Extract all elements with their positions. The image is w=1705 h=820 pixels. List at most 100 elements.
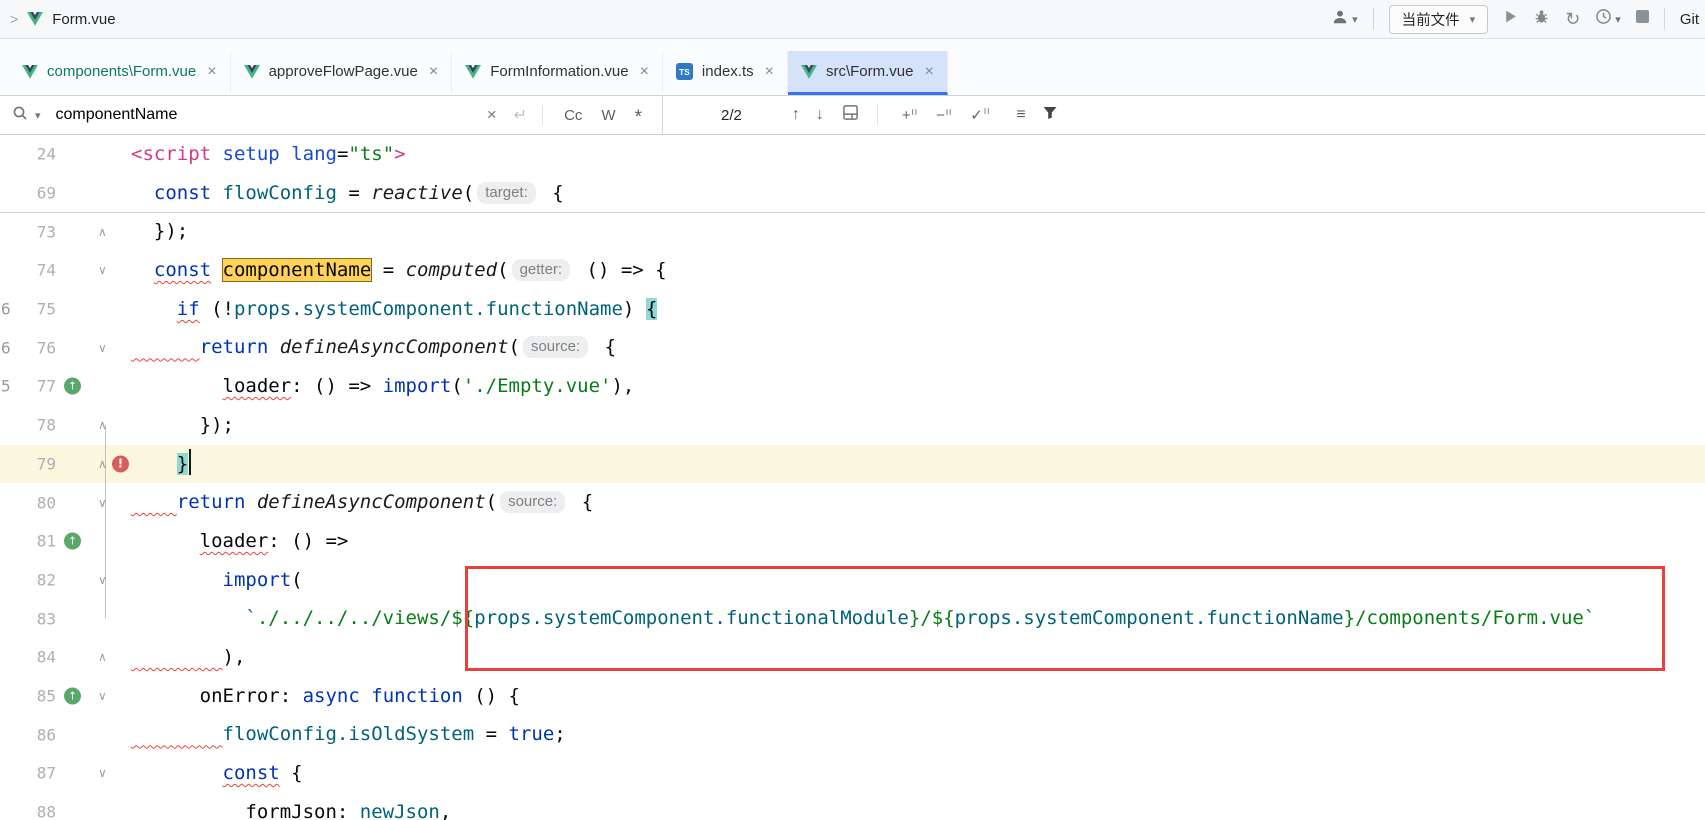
code-line-80[interactable]: 80∨ return defineAsyncComponent(source: …: [0, 483, 1705, 522]
fold-close-icon[interactable]: ∧: [98, 650, 107, 664]
line-number[interactable]: 84: [37, 648, 56, 667]
remove-selection-button[interactable]: −II: [936, 107, 952, 124]
close-icon[interactable]: ×: [207, 63, 216, 81]
clear-search-icon[interactable]: ×: [487, 105, 497, 125]
newline-icon[interactable]: ↵: [514, 105, 527, 125]
close-icon[interactable]: ×: [429, 63, 438, 81]
tab-approveflowpage-vue[interactable]: approveFlowPage.vue×: [231, 51, 453, 95]
filter-icon[interactable]: [1042, 105, 1058, 126]
code-line-75[interactable]: 675 if (!props.systemComponent.functionN…: [0, 290, 1705, 329]
code-editor[interactable]: 24<script setup lang="ts">69 const flowC…: [0, 135, 1705, 820]
stop-icon: [1636, 10, 1649, 23]
line-number[interactable]: 76: [37, 338, 56, 357]
error-icon[interactable]: !: [112, 455, 129, 472]
line-number[interactable]: 88: [37, 803, 56, 820]
line-number[interactable]: 86: [37, 725, 56, 744]
fold-open-icon[interactable]: ∨: [98, 263, 107, 277]
line-number[interactable]: 81: [37, 532, 56, 551]
gutter: 79! ∧: [0, 445, 131, 484]
line-number[interactable]: 79: [37, 454, 56, 473]
regex-toggle[interactable]: *: [629, 107, 648, 123]
tab-label: src\Form.vue: [826, 63, 914, 80]
fold-open-icon[interactable]: ∨: [98, 496, 107, 510]
add-selection-button[interactable]: +II: [902, 107, 918, 124]
vue-icon: [22, 65, 38, 79]
vue-icon: [27, 12, 43, 26]
match-case-toggle[interactable]: Cc: [558, 107, 588, 124]
code-line-69[interactable]: 69 const flowConfig = reactive(target: {: [0, 174, 1705, 213]
code-line-77[interactable]: 577↑ loader: () => import('./Empty.vue')…: [0, 367, 1705, 406]
run-history-button[interactable]: ▾: [1595, 8, 1621, 30]
git-menu[interactable]: Git: [1680, 11, 1699, 28]
navigate-up-icon[interactable]: ↑: [64, 687, 81, 704]
fold-open-icon[interactable]: ∨: [98, 689, 107, 703]
close-icon[interactable]: ×: [924, 63, 933, 81]
occurrences-list-icon[interactable]: ≡: [1016, 106, 1025, 124]
search-input[interactable]: componentName: [56, 106, 178, 124]
line-number[interactable]: 82: [37, 570, 56, 589]
profile-button[interactable]: ↻: [1565, 10, 1580, 28]
stop-button[interactable]: [1636, 10, 1649, 28]
line-number[interactable]: 75: [37, 300, 56, 319]
code-line-83[interactable]: 83 `./../../../views/${props.systemCompo…: [0, 599, 1705, 638]
code-line-86[interactable]: 86 flowConfig.isOldSystem = true;: [0, 715, 1705, 754]
user-icon: [1331, 8, 1349, 31]
gutter: 74 ∨: [0, 251, 131, 290]
tab-index-ts[interactable]: TSindex.ts×: [663, 51, 788, 95]
find-bar: ▾ componentName × ↵ Cc W * 2/2 ↑ ↓ +II −…: [0, 96, 1705, 135]
next-occurrence-button[interactable]: ↓: [816, 106, 824, 124]
code-text: `./../../../views/${props.systemComponen…: [131, 599, 1595, 638]
nav-chevron-icon[interactable]: >: [10, 11, 18, 27]
line-number[interactable]: 80: [37, 493, 56, 512]
chevron-down-icon[interactable]: ▾: [35, 109, 41, 122]
tab-forminformation-vue[interactable]: FormInformation.vue×: [452, 51, 663, 95]
line-number[interactable]: 73: [37, 222, 56, 241]
previous-occurrence-button[interactable]: ↑: [792, 106, 800, 124]
fold-open-icon[interactable]: ∨: [98, 766, 107, 780]
code-line-73[interactable]: 73∧ });: [0, 212, 1705, 251]
line-number[interactable]: 85: [37, 686, 56, 705]
fold-close-icon[interactable]: ∧: [98, 457, 107, 471]
select-all-occurrences-button[interactable]: ✓II: [970, 106, 990, 124]
debug-button[interactable]: [1533, 8, 1550, 30]
open-in-tool-window-button[interactable]: [842, 104, 859, 126]
run-button[interactable]: [1503, 9, 1518, 29]
line-number[interactable]: 74: [37, 261, 56, 280]
search-field[interactable]: ▾ componentName × ↵ Cc W *: [0, 96, 663, 134]
line-number[interactable]: 24: [37, 145, 56, 164]
fold-close-icon[interactable]: ∧: [98, 418, 107, 432]
navigate-up-icon[interactable]: ↑: [64, 533, 81, 550]
fold-open-icon[interactable]: ∨: [98, 573, 107, 587]
user-menu-button[interactable]: ▾: [1331, 8, 1358, 31]
code-line-24[interactable]: 24<script setup lang="ts">: [0, 135, 1705, 174]
tab-src-form-vue[interactable]: src\Form.vue ×: [788, 51, 948, 95]
code-line-85[interactable]: 85↑∨ onError: async function () {: [0, 677, 1705, 716]
code-line-82[interactable]: 82∨ import(: [0, 561, 1705, 600]
code-line-76[interactable]: 676∨ return defineAsyncComponent(source:…: [0, 328, 1705, 367]
run-configuration-selector[interactable]: 当前文件 ▾: [1389, 5, 1489, 34]
fold-close-icon[interactable]: ∧: [98, 225, 107, 239]
window-title: Form.vue: [52, 11, 115, 28]
line-number[interactable]: 87: [37, 764, 56, 783]
navigate-up-icon[interactable]: ↑: [64, 378, 81, 395]
toolbar-divider: [1373, 8, 1374, 30]
close-icon[interactable]: ×: [765, 63, 774, 81]
code-line-79[interactable]: 79!∧ }: [0, 445, 1705, 484]
close-icon[interactable]: ×: [640, 63, 649, 81]
line-number[interactable]: 77: [37, 377, 56, 396]
gutter: 88: [0, 793, 131, 820]
code-line-88[interactable]: 88 formJson: newJson,: [0, 793, 1705, 820]
code-line-78[interactable]: 78∧ });: [0, 406, 1705, 445]
line-number[interactable]: 69: [37, 184, 56, 203]
code-line-81[interactable]: 81↑ loader: () =>: [0, 522, 1705, 561]
whole-words-toggle[interactable]: W: [595, 107, 621, 124]
fold-open-icon[interactable]: ∨: [98, 341, 107, 355]
line-number[interactable]: 83: [37, 609, 56, 628]
line-number[interactable]: 78: [37, 416, 56, 435]
code-line-74[interactable]: 74∨ const componentName = computed(gette…: [0, 251, 1705, 290]
gutter: 69: [0, 174, 131, 213]
tab-components-form-vue[interactable]: components\Form.vue×: [9, 51, 231, 95]
code-line-87[interactable]: 87∨ const {: [0, 754, 1705, 793]
code-line-84[interactable]: 84∧ ),: [0, 638, 1705, 677]
search-icon[interactable]: [12, 105, 28, 126]
